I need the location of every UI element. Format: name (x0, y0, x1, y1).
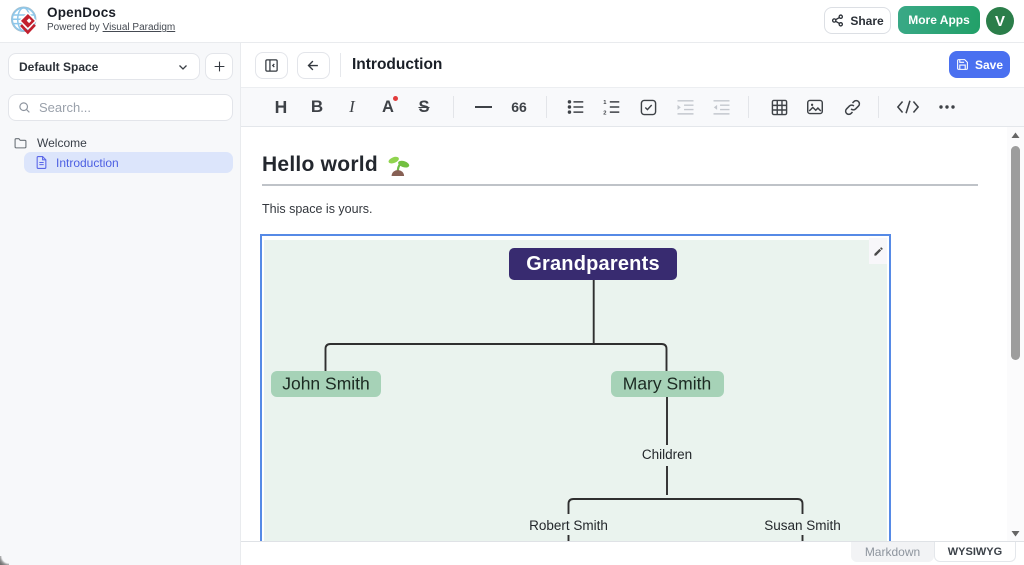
svg-text:Grandparents: Grandparents (526, 253, 660, 275)
svg-text:Robert Smith: Robert Smith (529, 518, 608, 533)
svg-text:John Smith: John Smith (282, 374, 370, 394)
svg-text:Children: Children (642, 447, 692, 462)
svg-text:1: 1 (603, 100, 607, 106)
svg-text:Susan Smith: Susan Smith (764, 518, 841, 533)
svg-text:2: 2 (603, 110, 606, 115)
svg-text:Mary Smith: Mary Smith (623, 374, 711, 394)
